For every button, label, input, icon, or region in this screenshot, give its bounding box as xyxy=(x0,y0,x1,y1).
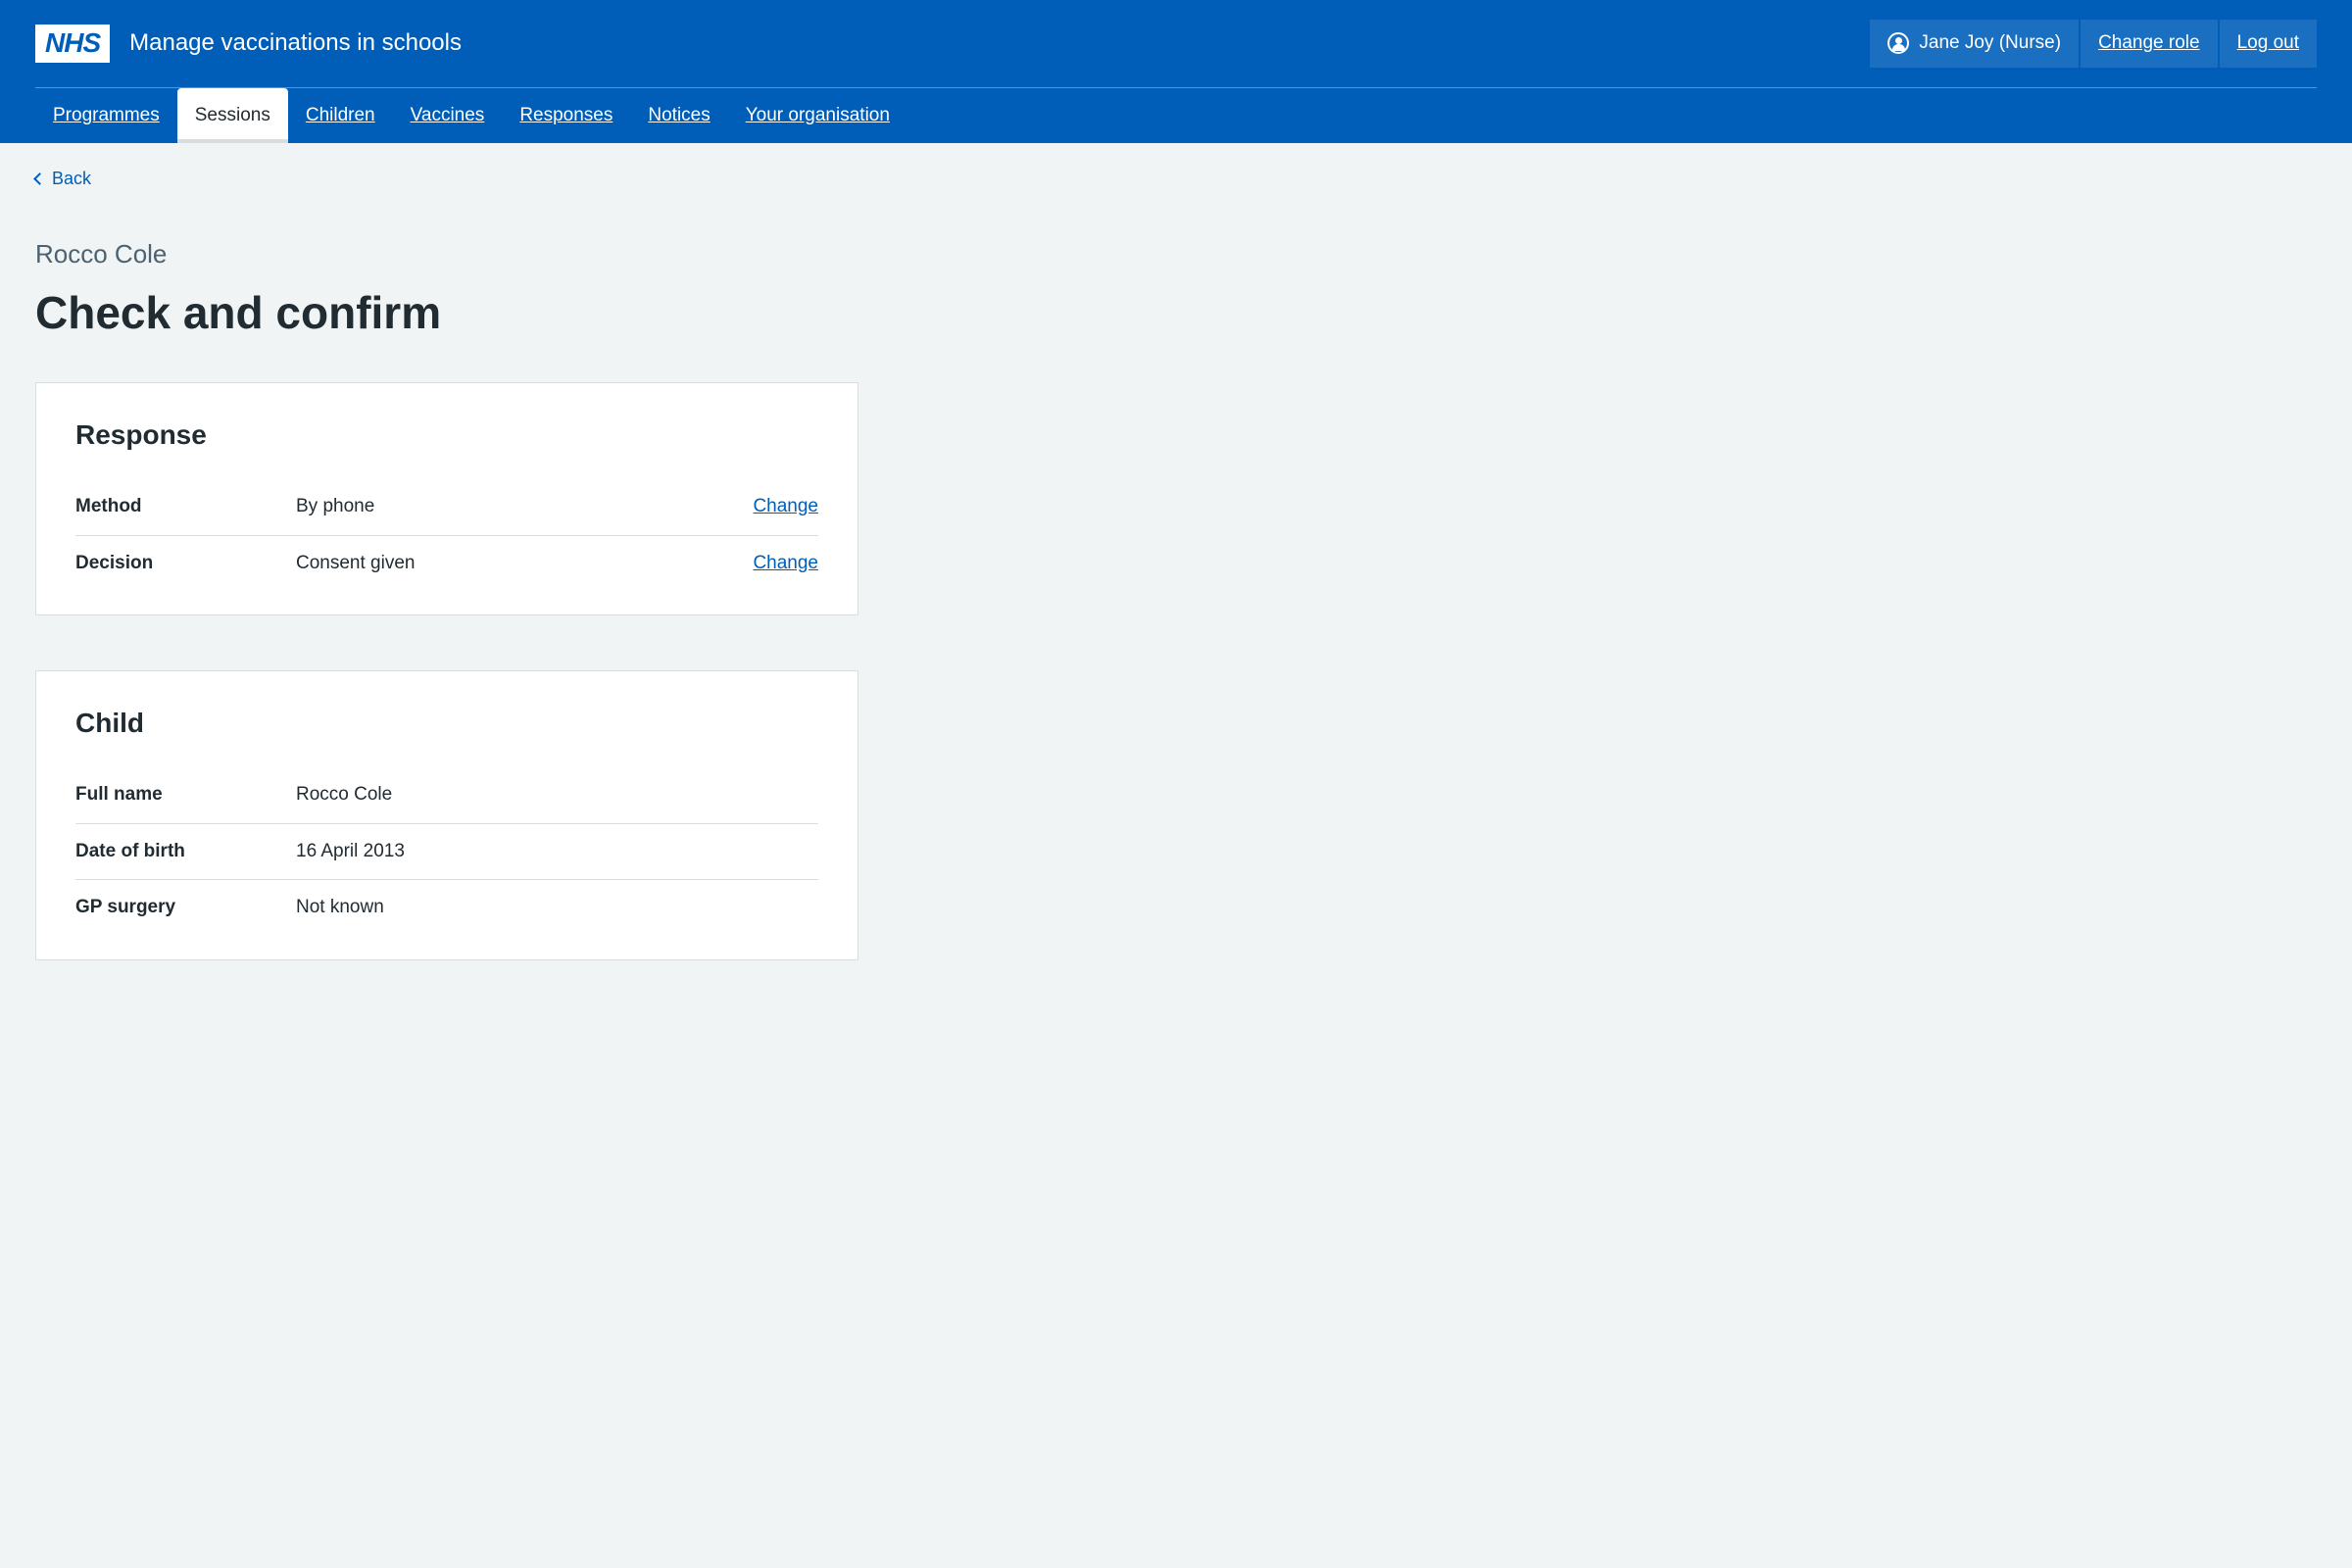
nav-children[interactable]: Children xyxy=(288,88,393,144)
primary-nav: Programmes Sessions Children Vaccines Re… xyxy=(35,88,2317,144)
nav-programmes[interactable]: Programmes xyxy=(35,88,177,144)
summary-row: Date of birth 16 April 2013 xyxy=(75,824,818,881)
back-link-label: Back xyxy=(52,166,91,192)
nav-vaccines[interactable]: Vaccines xyxy=(393,88,503,144)
change-method-link[interactable]: Change xyxy=(753,496,818,516)
summary-key: GP surgery xyxy=(75,894,296,922)
log-out-link[interactable]: Log out xyxy=(2220,20,2317,68)
summary-action: Change xyxy=(730,550,818,578)
header-top: NHS Manage vaccinations in schools Jane … xyxy=(35,20,2317,87)
summary-value: By phone xyxy=(296,493,730,521)
chevron-left-icon xyxy=(33,172,46,185)
nav-notices[interactable]: Notices xyxy=(630,88,727,144)
summary-key: Full name xyxy=(75,781,296,809)
summary-action: Change xyxy=(730,493,818,521)
nav-your-organisation[interactable]: Your organisation xyxy=(728,88,907,144)
user-icon xyxy=(1887,32,1909,54)
summary-row: Method By phone Change xyxy=(75,479,818,536)
summary-key: Decision xyxy=(75,550,296,578)
summary-row: Full name Rocco Cole xyxy=(75,767,818,824)
nhs-logo[interactable]: NHS xyxy=(35,24,110,63)
summary-value: Not known xyxy=(296,894,818,922)
change-role-link[interactable]: Change role xyxy=(2081,20,2218,68)
summary-value: Rocco Cole xyxy=(296,781,818,809)
summary-row: Decision Consent given Change xyxy=(75,536,818,592)
summary-value: 16 April 2013 xyxy=(296,838,818,866)
summary-value: Consent given xyxy=(296,550,730,578)
page-title: Check and confirm xyxy=(35,279,2317,347)
back-link[interactable]: Back xyxy=(35,166,91,192)
summary-row: GP surgery Not known xyxy=(75,880,818,936)
service-name: Manage vaccinations in schools xyxy=(129,25,462,61)
header-left: NHS Manage vaccinations in schools xyxy=(35,24,462,63)
account-user: Jane Joy (Nurse) xyxy=(1870,20,2079,68)
page-caption: Rocco Cole xyxy=(35,235,2317,273)
account-nav: Jane Joy (Nurse) Change role Log out xyxy=(1870,20,2317,68)
change-decision-link[interactable]: Change xyxy=(753,553,818,573)
nav-responses[interactable]: Responses xyxy=(502,88,630,144)
main: Back Rocco Cole Check and confirm Respon… xyxy=(0,143,2352,1074)
nav-sessions[interactable]: Sessions xyxy=(177,88,288,144)
card-child: Child Full name Rocco Cole Date of birth… xyxy=(35,670,858,960)
card-response: Response Method By phone Change Decision… xyxy=(35,382,858,615)
summary-key: Method xyxy=(75,493,296,521)
summary-key: Date of birth xyxy=(75,838,296,866)
header: NHS Manage vaccinations in schools Jane … xyxy=(0,0,2352,143)
account-user-name: Jane Joy (Nurse) xyxy=(1919,29,2061,58)
card-response-heading: Response xyxy=(75,415,818,456)
card-child-heading: Child xyxy=(75,703,818,744)
